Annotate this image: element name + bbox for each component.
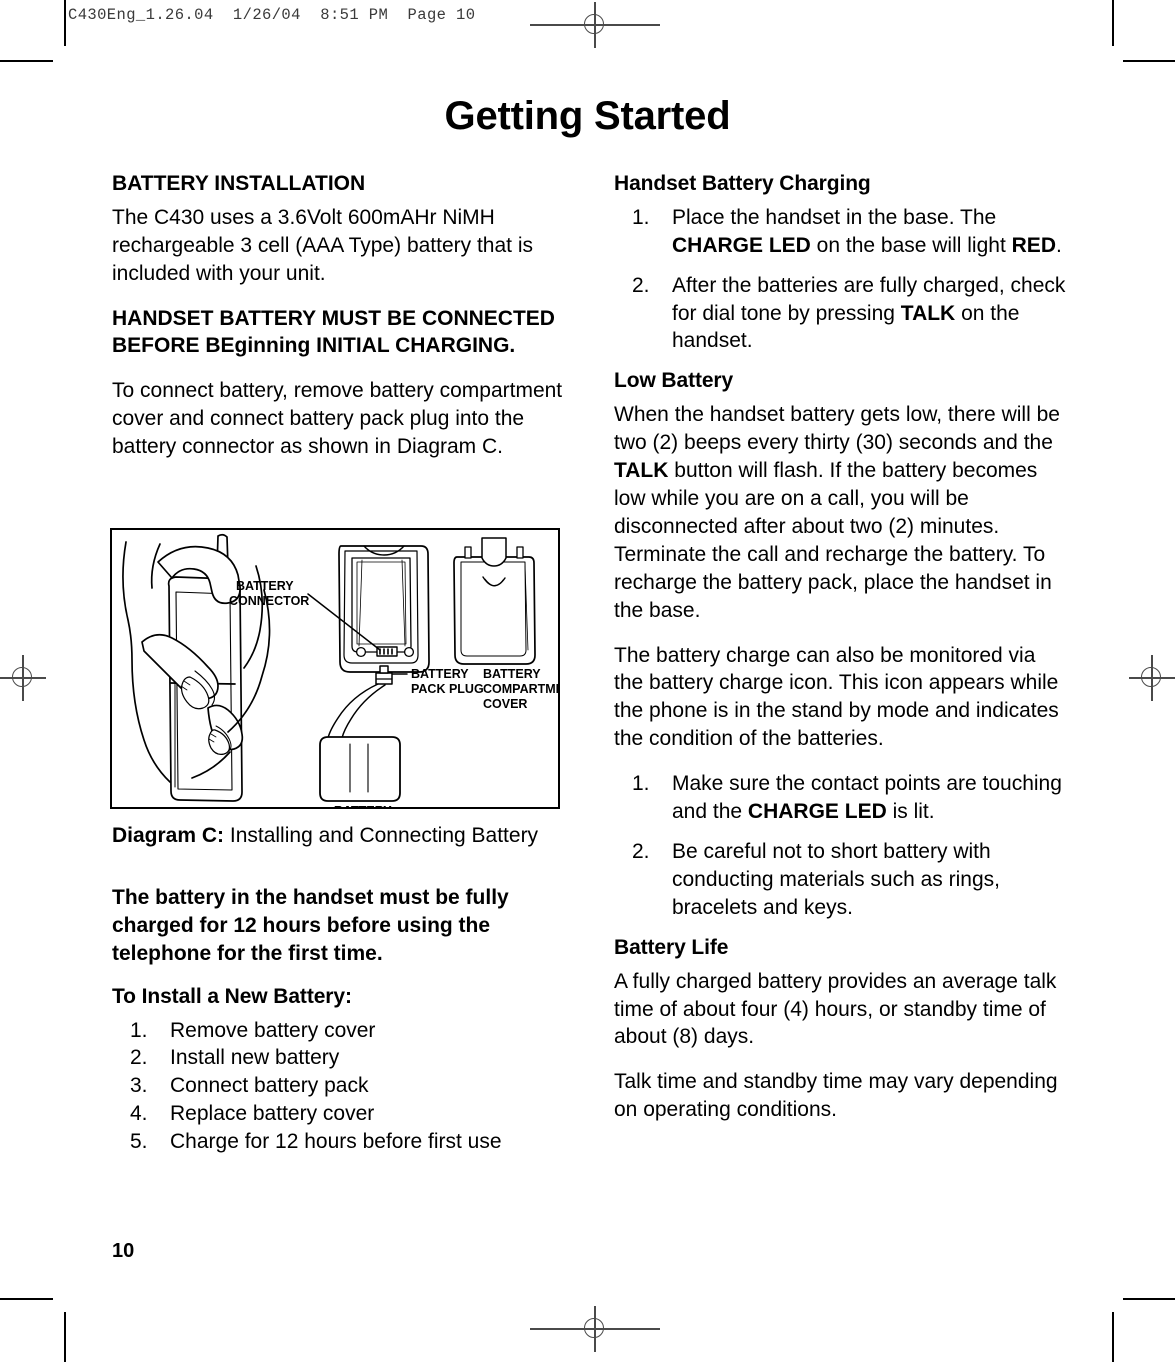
crop-mark-bottom-right-horizontal xyxy=(1123,1298,1175,1300)
label-compartment-cover-line3: COVER xyxy=(483,697,527,711)
page-title: Getting Started xyxy=(444,94,731,138)
label-battery-connector-line1: BATTERY xyxy=(236,579,294,593)
list-item: 1. Place the handset in the base. The CH… xyxy=(614,204,1069,260)
diagram-c-figure: BATTERY CONNECTOR BATTERY PACK PLUG BATT… xyxy=(110,528,560,809)
figure-caption-text: Installing and Connecting Battery xyxy=(224,824,539,847)
list-item: 4. Replace battery cover xyxy=(112,1100,567,1128)
list-item: 1. Remove battery cover xyxy=(112,1017,567,1045)
list-item: 2. Install new battery xyxy=(112,1044,567,1072)
figure-caption-label: Diagram C: xyxy=(112,824,225,847)
heading-install-new-battery: To Install a New Battery: xyxy=(112,984,352,1008)
paragraph-battery-charge-monitor: The battery charge can also be monitored… xyxy=(614,643,1059,751)
heading-battery-installation: BATTERY INSTALLATION xyxy=(112,172,366,195)
heading-handset-battery-charging: Handset Battery Charging xyxy=(614,172,871,195)
crop-mark-top-left-horizontal xyxy=(0,60,53,62)
scan-header-text: C430Eng_1.26.04 1/26/04 8:51 PM Page 10 xyxy=(68,6,476,24)
registration-mark-bottom xyxy=(530,1306,660,1352)
diagram-c-illustration: BATTERY CONNECTOR BATTERY PACK PLUG BATT… xyxy=(122,533,558,807)
left-column: BATTERY INSTALLATION The C430 uses a 3.6… xyxy=(112,172,567,478)
list-item-number: 5. xyxy=(130,1130,148,1154)
notice-charge-12-hours: The battery in the handset must be fully… xyxy=(112,886,509,965)
list-item-text: Connect battery pack xyxy=(170,1074,369,1098)
list-item-text: Place the handset in the base. The CHARG… xyxy=(672,205,1062,257)
label-compartment-cover-line2: COMPARTMENT xyxy=(483,682,558,696)
crop-mark-bottom-left-vertical xyxy=(64,1312,66,1362)
warning-handset-battery-connected: HANDSET BATTERY MUST BE CONNECTED BEFORE… xyxy=(112,306,555,358)
list-item-text: Charge for 12 hours before first use xyxy=(170,1130,502,1154)
list-item-number: 4. xyxy=(130,1102,148,1126)
paragraph-time-may-vary: Talk time and standby time may vary depe… xyxy=(614,1070,1058,1122)
crop-mark-top-left-vertical xyxy=(64,0,66,46)
list-item-number: 1. xyxy=(130,1018,148,1042)
list-item-text: After the batteries are fully charged, c… xyxy=(672,273,1066,353)
list-install-new-battery: 1. Remove battery cover 2. Install new b… xyxy=(112,1017,567,1157)
registration-mark-top xyxy=(530,2,660,48)
list-handset-charging: 1. Place the handset in the base. The CH… xyxy=(614,204,1069,356)
label-battery-pack-plug-line1: BATTERY xyxy=(411,667,469,681)
list-item-number: 1. xyxy=(632,772,650,796)
list-item-number: 2. xyxy=(632,273,650,297)
list-item-number: 3. xyxy=(130,1074,148,1098)
list-battery-care: 1. Make sure the contact points are touc… xyxy=(614,770,1069,922)
list-item-text: Remove battery cover xyxy=(170,1018,376,1042)
list-item: 5. Charge for 12 hours before first use xyxy=(112,1128,567,1156)
manual-page: C430Eng_1.26.04 1/26/04 8:51 PM Page 10 … xyxy=(0,0,1175,1362)
list-item: 2. After the batteries are fully charged… xyxy=(614,272,1069,356)
paragraph-battery-life: A fully charged battery provides an aver… xyxy=(614,969,1057,1049)
crop-mark-top-right-vertical xyxy=(1112,0,1114,46)
right-column: Handset Battery Charging 1. Place the ha… xyxy=(614,172,1069,1141)
crop-mark-top-right-horizontal xyxy=(1123,60,1175,62)
list-item: 3. Connect battery pack xyxy=(112,1072,567,1100)
list-item-text: Be careful not to short battery with con… xyxy=(672,840,1000,919)
crop-mark-bottom-right-vertical xyxy=(1112,1312,1114,1362)
label-compartment-cover-line1: BATTERY xyxy=(483,667,541,681)
list-item-number: 2. xyxy=(130,1046,148,1070)
heading-low-battery: Low Battery xyxy=(614,369,734,393)
list-item-number: 2. xyxy=(632,840,650,864)
page-number: 10 xyxy=(112,1240,135,1262)
crop-mark-bottom-left-horizontal xyxy=(0,1298,53,1300)
figure-caption: Diagram C: Installing and Connecting Bat… xyxy=(112,822,582,849)
registration-mark-left xyxy=(0,655,46,701)
paragraph-connect-battery: To connect battery, remove battery compa… xyxy=(112,379,563,459)
paragraph-low-battery: When the handset battery gets low, there… xyxy=(614,403,1060,622)
label-battery-visible: BATTERY xyxy=(334,804,392,807)
list-item-text: Make sure the contact points are touchin… xyxy=(672,772,1062,824)
left-column-lower: The battery in the handset must be fully… xyxy=(112,884,567,1170)
paragraph-battery-intro: The C430 uses a 3.6Volt 600mAHr NiMH rec… xyxy=(112,205,534,285)
list-item-text: Replace battery cover xyxy=(170,1102,375,1126)
label-battery-pack-plug-line2: PACK PLUG xyxy=(411,682,484,696)
list-item: 2. Be careful not to short battery with … xyxy=(614,838,1069,922)
registration-mark-right xyxy=(1129,655,1175,701)
list-item: 1. Make sure the contact points are touc… xyxy=(614,770,1069,826)
list-item-number: 1. xyxy=(632,205,650,229)
heading-battery-life: Battery Life xyxy=(614,935,729,959)
label-battery-connector-line2: CONNECTOR xyxy=(229,594,309,608)
list-item-text: Install new battery xyxy=(170,1046,340,1070)
